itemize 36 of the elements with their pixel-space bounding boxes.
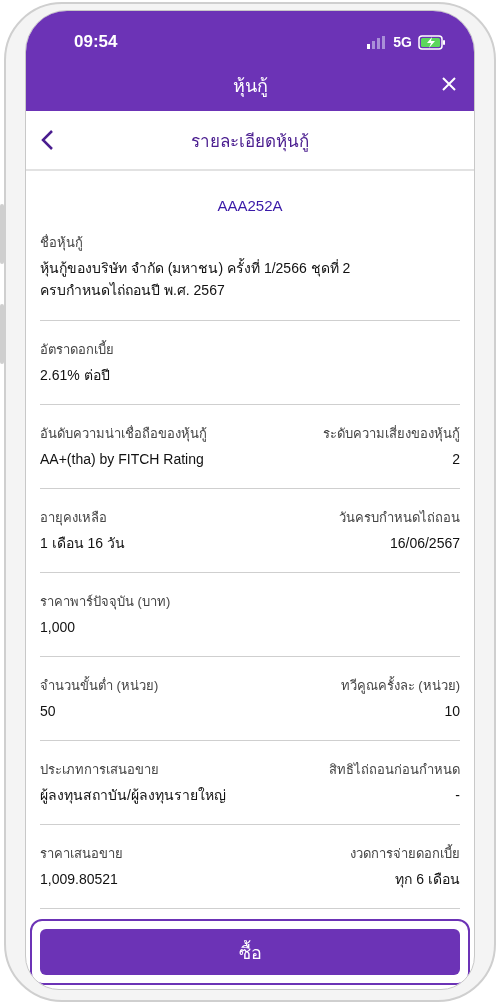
field-label: ประเภทการเสนอขาย	[40, 761, 160, 779]
field-value: 50	[40, 702, 57, 721]
field-label: ระดับความเสี่ยงของหุ้นกู้	[323, 424, 460, 444]
field-label: ราคาพาร์ปัจจุบัน (บาท)	[40, 593, 171, 612]
field-label: ทวีคูณครั้งละ (หน่วย)	[340, 675, 460, 696]
field-label: ราคาเสนอขาย	[40, 845, 123, 863]
back-icon[interactable]	[40, 129, 54, 151]
field-value: 10	[444, 702, 460, 721]
status-time: 09:54	[74, 32, 118, 52]
field-value: 2	[452, 450, 460, 469]
close-icon[interactable]	[442, 77, 456, 91]
bond-code: AAA252A	[217, 197, 283, 214]
field-label: อายุคงเหลือ	[40, 509, 108, 528]
field-value: ทุก 6 เดือน	[395, 870, 460, 890]
field-label: สิทธิไถ่ถอนก่อนกำหนด	[329, 761, 460, 779]
field-value: 1,009.80521	[40, 870, 119, 889]
field-value: 2.61% ต่อปี	[40, 366, 111, 385]
field-label: อัตราดอกเบี้ย	[40, 339, 114, 359]
field-value: 1,000	[40, 618, 77, 637]
field-value: 1 เดือน 16 วัน	[40, 534, 126, 553]
signal-icon	[367, 35, 388, 49]
field-label: จำนวนขั้นต่ำ (หน่วย)	[40, 675, 159, 695]
field-label: วันครบกำหนดไถ่ถอน	[339, 509, 460, 527]
page-title: รายละเอียดหุ้นกู้	[191, 130, 309, 154]
header-title: หุ้นกู้	[232, 74, 268, 99]
field-label: ชื่อหุ้นกู้	[40, 233, 84, 253]
field-label: งวดการจ่ายดอกเบี้ย	[350, 843, 460, 863]
field-value: -	[455, 786, 460, 805]
buy-button[interactable]: ซื้อ	[40, 929, 460, 975]
field-value: หุ้นกู้ของบริษัท จำกัด (มหาชน) ครั้งที่ 1/2566 ชุดที่ 2 ครบกำหนดไถ่ถอนปี พ.ศ. 2567	[40, 257, 351, 300]
field-value: AA+(tha) by FITCH Rating	[40, 450, 205, 469]
battery-charging-icon	[418, 34, 446, 50]
network-label: 5G	[393, 34, 412, 50]
field-label: อันดับความน่าเชื่อถือของหุ้นกู้	[40, 424, 207, 444]
field-value: ผู้ลงทุนสถาบัน/ผู้ลงทุนรายใหญ่	[40, 786, 226, 806]
field-value: 16/06/2567	[389, 534, 460, 553]
